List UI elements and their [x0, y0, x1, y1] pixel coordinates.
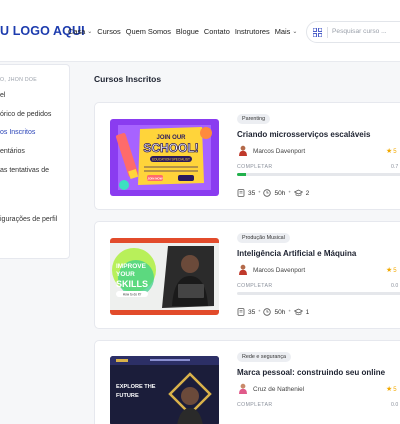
rating: ★5: [386, 386, 397, 393]
star-icon: ★: [386, 267, 393, 274]
sidebar-item-historico-pedidos[interactable]: órico de pedidos: [0, 111, 51, 118]
search-divider: [327, 27, 328, 38]
meta-separator: •: [258, 309, 261, 315]
students-icon: [293, 189, 303, 197]
meta-separator: •: [288, 309, 291, 315]
future-banner-image: EXPLORE THE FUTURE: [110, 356, 219, 424]
sidebar-item-tentativas[interactable]: as tentativas de: [0, 167, 49, 174]
school-banner-image: JOIN OUR SCHOOL! EDUCATION SPECIALIST JO…: [110, 119, 219, 196]
rating: ★5: [386, 148, 397, 155]
star-icon: ★: [386, 386, 393, 393]
main-nav: Casa ⌄ Cursos Quem Somos Blogue Contato I…: [68, 27, 297, 36]
thumb-line1: EXPLORE THE: [116, 384, 156, 390]
lessons-icon: [237, 189, 245, 197]
thumb-line3: EDUCATION SPECIALIST: [152, 158, 190, 162]
skills-banner-image: IMPROVE YOUR SKILLS How to do it?: [110, 238, 219, 315]
course-meta: 35 • 50h • 2: [237, 189, 309, 197]
course-title[interactable]: Inteligência Artificial e Máquina: [237, 249, 356, 258]
search-input[interactable]: Pesquisar curso ...: [332, 28, 387, 35]
sidebar-item-cursos-inscritos[interactable]: os Inscritos: [0, 129, 35, 136]
page-title: Cursos Inscritos: [94, 74, 162, 84]
students-icon: [293, 308, 303, 316]
search-box[interactable]: Pesquisar curso ...: [306, 21, 400, 43]
progress-bar: [237, 292, 400, 295]
category-badge: Rede e segurança: [237, 352, 292, 362]
course-meta: 35 • 50h • 1: [237, 308, 309, 316]
course-title[interactable]: Criando microsserviços escaláveis: [237, 130, 370, 139]
nav-item-instrutores[interactable]: Instrutores: [235, 27, 270, 36]
sidebar-item-configuracoes-perfil[interactable]: igurações de perfil: [0, 216, 57, 223]
category-badge: Parenting: [237, 114, 271, 124]
author-avatar: [239, 383, 247, 394]
clock-icon: [263, 189, 272, 197]
progress-value: 0.7: [391, 164, 399, 170]
chevron-down-icon: ⌄: [87, 29, 93, 35]
students-count: 2: [305, 189, 310, 197]
author-avatar: [239, 145, 247, 156]
author-name[interactable]: Marcos Davenport: [253, 148, 305, 155]
sidebar-item-comentarios[interactable]: entários: [0, 148, 25, 155]
course-title[interactable]: Marca pessoal: construindo seu online: [237, 368, 385, 377]
nav-item-blogue[interactable]: Blogue: [176, 27, 199, 36]
nav-item-casa[interactable]: Casa ⌄: [68, 27, 92, 36]
sidebar-greeting: O, JHON DOE: [0, 77, 38, 83]
meta-separator: •: [288, 190, 291, 196]
progress-value: 0.0: [391, 402, 399, 408]
author-name[interactable]: Marcos Davenport: [253, 267, 305, 274]
course-card[interactable]: IMPROVE YOUR SKILLS How to do it? Produç…: [94, 221, 400, 329]
thumb-line2: YOUR: [116, 271, 135, 278]
sidebar-item-painel[interactable]: el: [0, 92, 5, 99]
course-thumbnail[interactable]: IMPROVE YOUR SKILLS How to do it?: [110, 238, 219, 315]
author-avatar: [239, 264, 247, 275]
thumb-cta: JOIN NOW: [147, 176, 162, 180]
progress-bar: [237, 173, 400, 176]
progress-fill: [237, 173, 246, 176]
author-name[interactable]: Cruz de Natheniel: [253, 386, 304, 393]
course-thumbnail[interactable]: EXPLORE THE FUTURE: [110, 356, 219, 424]
course-card[interactable]: EXPLORE THE FUTURE Rede e segurança Marc…: [94, 340, 400, 424]
status-label: COMPLETAR: [237, 283, 273, 289]
star-icon: ★: [386, 148, 393, 155]
category-badge: Produção Musical: [237, 233, 290, 243]
meta-separator: •: [258, 190, 261, 196]
rating: ★5: [386, 267, 397, 274]
nav-item-contato[interactable]: Contato: [204, 27, 230, 36]
thumb-line2: FUTURE: [116, 393, 139, 399]
nav-item-mais[interactable]: Mais ⌄: [275, 27, 298, 36]
thumb-line3: SKILLS: [116, 279, 148, 289]
nav-item-cursos[interactable]: Cursos: [97, 27, 120, 36]
top-header: U LOGO AQUI Casa ⌄ Cursos Quem Somos Blog…: [0, 0, 400, 62]
lessons-count: 35: [248, 308, 256, 316]
course-card[interactable]: JOIN OUR SCHOOL! EDUCATION SPECIALIST JO…: [94, 102, 400, 210]
progress-value: 0.0: [391, 283, 399, 289]
grid-icon[interactable]: [313, 28, 322, 37]
thumb-line2: SCHOOL!: [143, 141, 198, 155]
duration: 50h: [274, 189, 286, 197]
course-thumbnail[interactable]: JOIN OUR SCHOOL! EDUCATION SPECIALIST JO…: [110, 119, 219, 196]
lessons-icon: [237, 308, 245, 316]
lessons-count: 35: [248, 189, 256, 197]
clock-icon: [263, 308, 272, 316]
status-label: COMPLETAR: [237, 164, 273, 170]
duration: 50h: [274, 308, 286, 316]
nav-item-quem-somos[interactable]: Quem Somos: [126, 27, 171, 36]
status-label: COMPLETAR: [237, 402, 273, 408]
chevron-down-icon: ⌄: [292, 29, 298, 35]
thumb-line1: IMPROVE: [116, 263, 147, 270]
thumb-sub: How to do it?: [123, 292, 142, 296]
dashboard-sidebar: O, JHON DOE el órico de pedidos os Inscr…: [0, 64, 70, 259]
students-count: 1: [305, 308, 310, 316]
